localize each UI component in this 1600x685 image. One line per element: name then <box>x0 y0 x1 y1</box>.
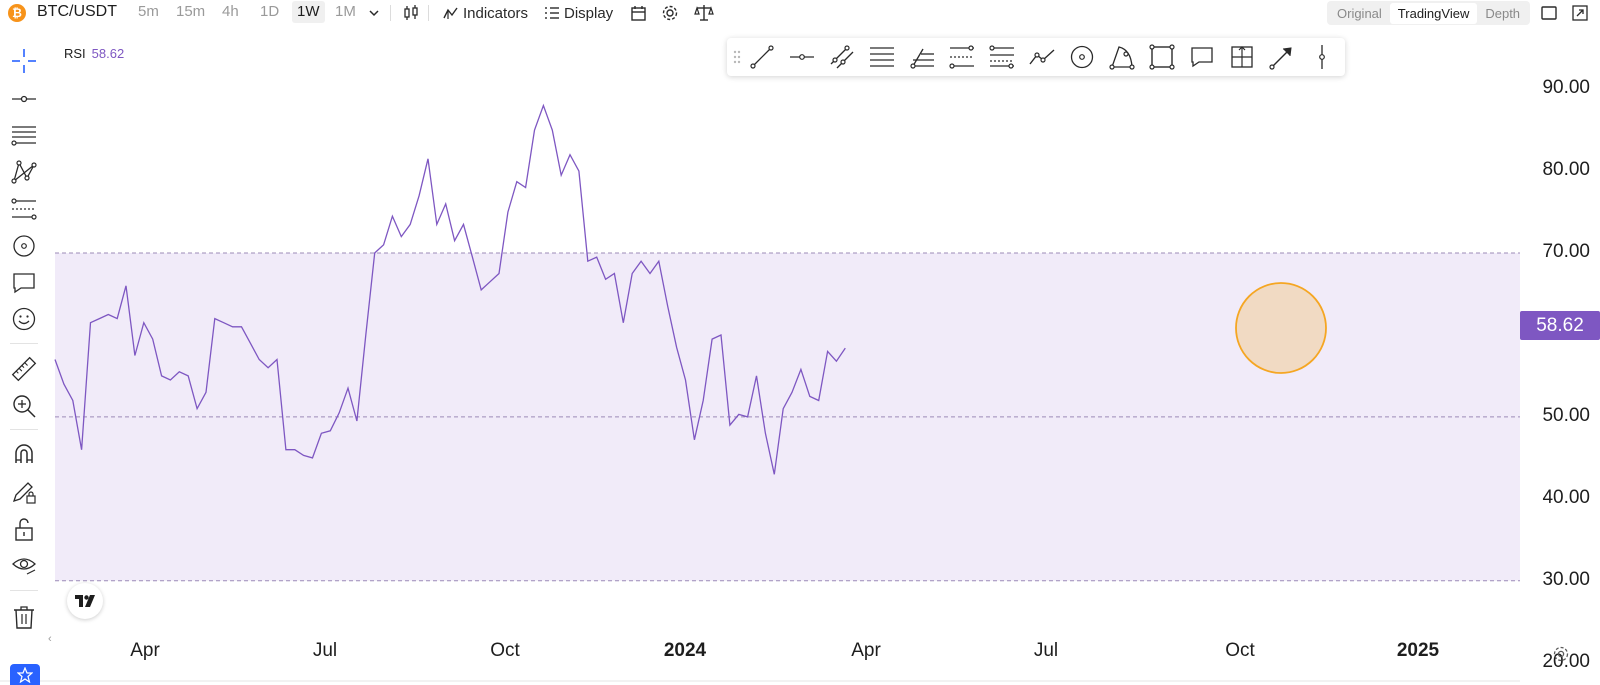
tradingview-logo[interactable] <box>67 583 103 619</box>
chart-settings-icon[interactable] <box>1552 645 1570 668</box>
x-tick-label: Apr <box>130 640 160 661</box>
callout-icon[interactable] <box>1187 43 1217 71</box>
y-tick-label: 80.00 <box>1542 159 1590 181</box>
highlight-circle[interactable] <box>1235 282 1327 374</box>
drawing-toolbar <box>727 38 1345 76</box>
x-tick-label: Jul <box>1033 640 1059 661</box>
x-tick-label: Oct <box>490 640 520 661</box>
price-range-icon[interactable] <box>1227 43 1257 71</box>
arc-icon[interactable] <box>1107 43 1137 71</box>
x-tick-label: 2025 <box>1396 640 1440 661</box>
circle-icon[interactable] <box>1067 43 1097 71</box>
x-tick-label: Apr <box>851 640 881 661</box>
rsi-chart[interactable] <box>0 0 1600 685</box>
collapse-icon[interactable]: ‹ <box>48 633 52 645</box>
fib-fan-icon[interactable] <box>907 43 937 71</box>
last-value-tag: 58.62 <box>1520 311 1600 340</box>
rsi-legend-value: 58.62 <box>91 46 125 61</box>
rectangle-icon[interactable] <box>1147 43 1177 71</box>
x-tick-label: 2024 <box>663 640 707 661</box>
x-tick-label: Oct <box>1225 640 1255 661</box>
y-tick-label: 30.00 <box>1542 568 1590 590</box>
y-tick-label: 40.00 <box>1542 486 1590 508</box>
favorites-star-icon[interactable] <box>10 664 40 685</box>
fib-levels-icon[interactable] <box>947 43 977 71</box>
arrow-icon[interactable] <box>1267 43 1297 71</box>
trend-line-icon[interactable] <box>747 43 777 71</box>
y-tick-label: 50.00 <box>1542 404 1590 426</box>
rsi-legend-name: RSI <box>64 46 86 61</box>
x-tick-label: Jul <box>312 640 338 661</box>
horizontal-ray-icon[interactable] <box>787 43 817 71</box>
drag-handle-icon[interactable] <box>727 43 747 71</box>
polyline-icon[interactable] <box>1027 43 1057 71</box>
parallel-channel-icon[interactable] <box>827 43 857 71</box>
y-tick-label: 90.00 <box>1542 77 1590 99</box>
y-tick-label: 70.00 <box>1542 241 1590 263</box>
horizontal-lines-icon[interactable] <box>867 43 897 71</box>
rsi-legend[interactable]: RSI 58.62 <box>64 46 124 61</box>
fib-extension-icon[interactable] <box>987 43 1017 71</box>
vertical-line-icon[interactable] <box>1307 43 1337 71</box>
trading-app: ₿ BTC/USDT 5m 15m 4h 1D 1W 1M Indicators… <box>0 0 1600 685</box>
